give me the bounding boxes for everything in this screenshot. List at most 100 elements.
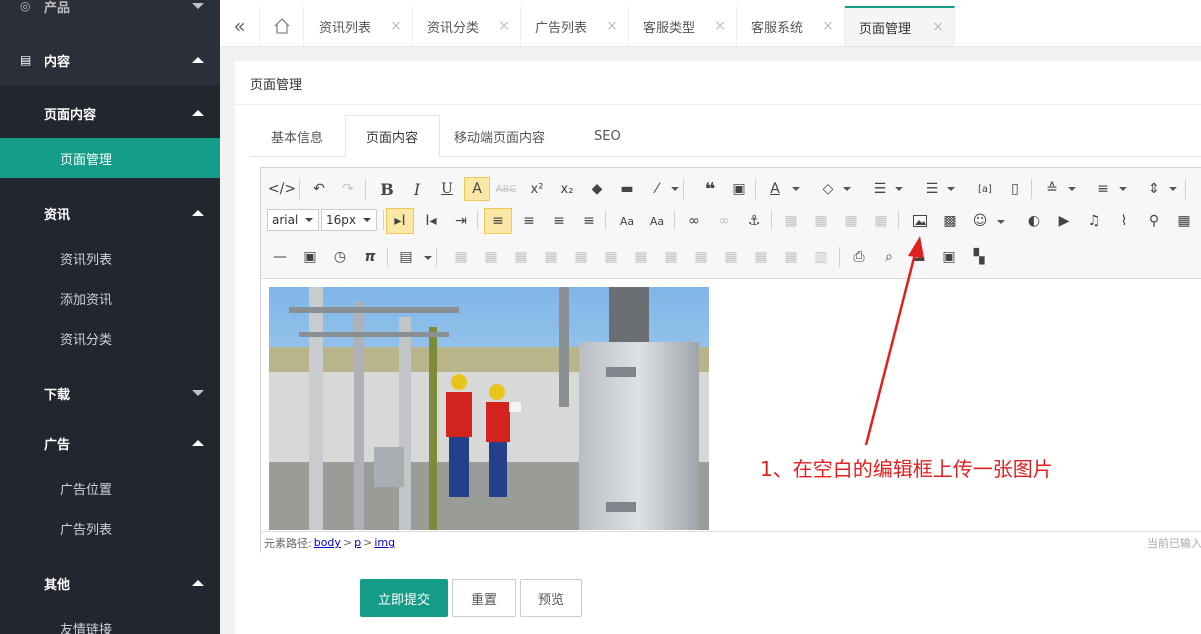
link-icon[interactable]: ∞	[683, 210, 705, 232]
print-icon[interactable]: ⎙	[848, 246, 870, 268]
sidebar-item-ad-position[interactable]: 广告位置	[0, 468, 220, 508]
tab-seo[interactable]: SEO	[570, 115, 650, 157]
anchor-icon[interactable]: ⚓	[743, 210, 765, 232]
close-icon[interactable]: ×	[498, 18, 510, 34]
image-center-icon[interactable]: ▦	[870, 210, 892, 232]
subscript-icon[interactable]: x₂	[556, 178, 578, 200]
text-box-icon[interactable]: [a]	[974, 178, 996, 200]
italic-icon[interactable]: I	[406, 178, 428, 200]
font-color-icon[interactable]: A	[764, 178, 786, 200]
paste-icon[interactable]: ▣	[938, 246, 960, 268]
tab-service-type[interactable]: 客服类型 ×	[629, 6, 737, 46]
table-op-icon[interactable]: ▦	[450, 246, 472, 268]
preview-zoom-icon[interactable]: ⌕	[878, 246, 900, 268]
template-icon[interactable]: ▚	[968, 246, 990, 268]
table-op-icon[interactable]: ▦	[750, 246, 772, 268]
source-code-icon[interactable]: </>	[268, 178, 296, 200]
undo-icon[interactable]: ↶	[308, 178, 330, 200]
rtl-direction-icon[interactable]: I◂	[420, 210, 442, 232]
editor-content-area[interactable]	[261, 279, 1201, 531]
path-link-img[interactable]: img	[374, 536, 395, 549]
table-op-icon[interactable]: ▦	[480, 246, 502, 268]
location-pin-icon[interactable]: ⚲	[1143, 210, 1165, 232]
font-family-select[interactable]: arial	[267, 209, 319, 231]
home-tab[interactable]	[260, 6, 304, 46]
video-icon[interactable]: ▶	[1053, 210, 1075, 232]
sidebar-subgroup-download[interactable]: 下载	[0, 373, 220, 413]
uppercase-icon[interactable]: Aa	[646, 210, 668, 232]
formula-icon[interactable]: π	[359, 246, 381, 268]
sidebar-item-news-category[interactable]: 资讯分类	[0, 318, 220, 358]
sidebar-subgroup-news[interactable]: 资讯	[0, 193, 220, 233]
align-right-icon[interactable]: ≡	[548, 210, 570, 232]
align-center-icon[interactable]: ≡	[518, 210, 540, 232]
superscript-icon[interactable]: x²	[526, 178, 548, 200]
table-op-icon[interactable]: ▦	[600, 246, 622, 268]
sidebar-subgroup-other[interactable]: 其他	[0, 563, 220, 603]
table-op-icon[interactable]: ▦	[660, 246, 682, 268]
document-icon[interactable]: ▯	[1004, 178, 1026, 200]
page-break-icon[interactable]: ⏏	[908, 246, 930, 268]
font-border-icon[interactable]: A	[464, 177, 490, 201]
bold-icon[interactable]: B	[376, 178, 398, 200]
sidebar-item-friend-links[interactable]: 友情链接	[0, 608, 220, 634]
underline-icon[interactable]: U	[436, 178, 458, 200]
sidebar-subgroup-ads[interactable]: 广告	[0, 423, 220, 463]
close-icon[interactable]: ×	[932, 19, 944, 35]
line-height-icon[interactable]: ⇕	[1143, 178, 1165, 200]
align-icon[interactable]: ≡	[1092, 178, 1114, 200]
image-none-icon[interactable]: ▦	[780, 210, 802, 232]
preview-button[interactable]: 预览	[520, 579, 582, 617]
ltr-direction-icon[interactable]: ▸I	[386, 208, 414, 234]
time-icon[interactable]: ◷	[329, 246, 351, 268]
submit-button[interactable]: 立即提交	[360, 579, 448, 617]
ordered-list-icon[interactable]: ☰	[869, 178, 891, 200]
table-op-icon[interactable]: ▦	[780, 246, 802, 268]
table-op-icon[interactable]: ▦	[510, 246, 532, 268]
sidebar-item-news-list[interactable]: 资讯列表	[0, 238, 220, 278]
table-op-icon[interactable]: ▦	[630, 246, 652, 268]
date-icon[interactable]: ▣	[299, 246, 321, 268]
sidebar-subgroup-page-content[interactable]: 页面内容	[0, 93, 220, 133]
sidebar-group-content[interactable]: ▤ 内容	[0, 40, 220, 80]
align-left-icon[interactable]: ≡	[484, 208, 512, 234]
tab-ad-list[interactable]: 广告列表 ×	[521, 6, 629, 46]
tab-page-management[interactable]: 页面管理 ×	[845, 6, 955, 46]
close-icon[interactable]: ×	[390, 18, 402, 34]
tab-mobile-content[interactable]: 移动端页面内容	[440, 115, 570, 157]
sidebar-item-add-news[interactable]: 添加资讯	[0, 278, 220, 318]
strikethrough-icon[interactable]: ABC	[495, 178, 517, 200]
sidebar-group-product[interactable]: ◎ 产品	[0, 0, 220, 26]
paste-text-icon[interactable]: ▣	[728, 178, 750, 200]
tab-news-category[interactable]: 资讯分类 ×	[413, 6, 521, 46]
unordered-list-icon[interactable]: ☰	[921, 178, 943, 200]
paragraph-spacing-icon[interactable]: ≙	[1041, 178, 1063, 200]
image-left-icon[interactable]: ▦	[810, 210, 832, 232]
magic-wand-icon[interactable]: ⁄	[646, 178, 668, 200]
table-op-icon[interactable]: ▦	[720, 246, 742, 268]
blockquote-icon[interactable]: ❝	[699, 178, 721, 200]
multi-image-icon[interactable]: ▩	[939, 210, 961, 232]
uploaded-substation-image[interactable]	[269, 287, 709, 530]
unlink-icon[interactable]: ∞	[713, 210, 735, 232]
table-op-icon[interactable]: ▦	[690, 246, 712, 268]
tab-basic-info[interactable]: 基本信息	[250, 115, 346, 157]
lowercase-icon[interactable]: Aa	[616, 210, 638, 232]
background-color-icon[interactable]: ◇	[817, 178, 839, 200]
table-op-icon[interactable]: ▦	[570, 246, 592, 268]
path-link-p[interactable]: p	[354, 536, 361, 549]
chart-icon[interactable]: ▥	[810, 246, 832, 268]
redo-icon[interactable]: ↷	[337, 178, 359, 200]
close-icon[interactable]: ×	[714, 18, 726, 34]
path-link-body[interactable]: body	[314, 536, 341, 549]
tab-page-content[interactable]: 页面内容	[345, 115, 440, 158]
table-op-icon[interactable]: ▦	[540, 246, 562, 268]
image-right-icon[interactable]: ▦	[840, 210, 862, 232]
qrcode-icon[interactable]: ▦	[1173, 210, 1195, 232]
tab-news-list[interactable]: 资讯列表 ×	[305, 6, 413, 46]
insert-table-icon[interactable]: ▤	[395, 246, 417, 268]
sidebar-item-page-management[interactable]: 页面管理	[0, 138, 220, 178]
format-painter-icon[interactable]: ▬	[616, 178, 638, 200]
indent-icon[interactable]: ⇥	[450, 210, 472, 232]
tab-service-system[interactable]: 客服系统 ×	[737, 6, 845, 46]
